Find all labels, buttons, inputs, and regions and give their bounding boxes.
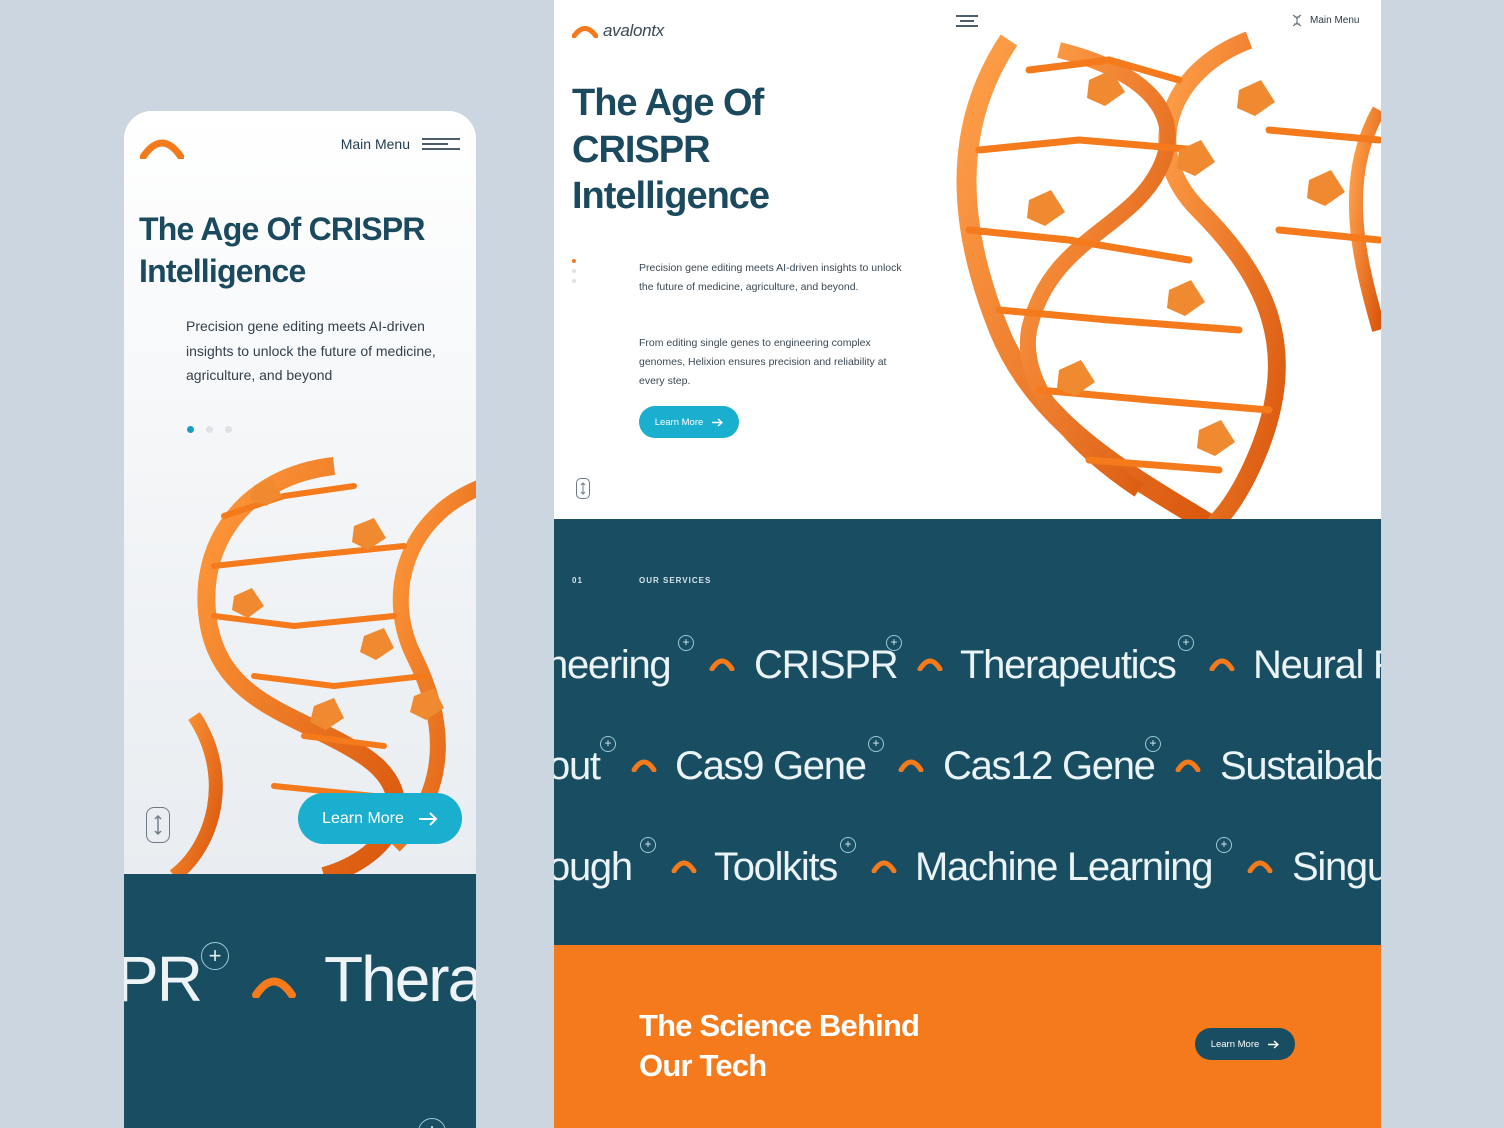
- service-word[interactable]: Therapeutics: [960, 639, 1177, 691]
- desktop-hero: avalontx Main Menu The Age Of CRISPR Int…: [554, 0, 1381, 519]
- hamburger-icon[interactable]: [956, 15, 978, 27]
- carousel-dot[interactable]: [572, 259, 576, 263]
- hero-description: Precision gene editing meets AI-driven i…: [186, 318, 436, 383]
- services-row: out + Cas9 Gene + Cas12 Gene + Sustaibab: [554, 736, 1381, 800]
- service-word[interactable]: Sustaibab: [1220, 740, 1381, 792]
- arch-logo-icon: [898, 759, 924, 772]
- arch-logo-icon: [1209, 658, 1235, 671]
- plus-icon[interactable]: +: [1178, 635, 1194, 651]
- service-word[interactable]: Thera: [324, 942, 476, 1016]
- plus-icon[interactable]: +: [886, 635, 902, 651]
- learn-more-label: Learn More: [322, 809, 404, 827]
- section-number: 01: [572, 576, 583, 585]
- service-word[interactable]: Machine Learning: [915, 841, 1214, 893]
- arch-logo-icon: [871, 860, 897, 873]
- plus-icon[interactable]: +: [640, 837, 656, 853]
- scroll-updown-icon[interactable]: [576, 478, 590, 499]
- plus-icon[interactable]: +: [418, 1118, 446, 1128]
- arrow-right-icon: [712, 417, 724, 427]
- carousel-dot[interactable]: [206, 426, 213, 433]
- services-row: neering + CRISPR + Therapeutics + Neural…: [554, 635, 1381, 699]
- mobile-services: PR + Thera +: [124, 874, 476, 1128]
- carousel-dot[interactable]: [572, 279, 576, 283]
- science-section: The Science Behind Our Tech Learn More: [554, 945, 1381, 1128]
- hero-title: The Age Of CRISPR Intelligence: [572, 82, 770, 217]
- service-word[interactable]: Singu: [1292, 841, 1381, 893]
- arrow-right-icon: [418, 811, 438, 826]
- section-label: OUR SERVICES: [639, 576, 712, 585]
- carousel-dot[interactable]: [225, 426, 232, 433]
- scroll-updown-icon[interactable]: [146, 807, 170, 843]
- services-row: ough + Toolkits + Machine Learning + Sin…: [554, 837, 1381, 901]
- service-word[interactable]: ough: [554, 841, 633, 893]
- plus-icon[interactable]: +: [201, 942, 229, 970]
- service-word[interactable]: neering: [554, 639, 672, 691]
- science-learn-more-button[interactable]: Learn More: [1195, 1028, 1295, 1060]
- main-menu-label: Main Menu: [340, 136, 410, 152]
- hero-paragraph-2: From editing single genes to engineering…: [639, 337, 887, 387]
- services-section: 01 OUR SERVICES neering + CRISPR + Thera…: [554, 519, 1381, 945]
- service-word[interactable]: Toolkits: [714, 841, 838, 893]
- arch-logo-icon: [572, 26, 598, 38]
- dna-icon: [1292, 14, 1302, 27]
- main-menu-label: Main Menu: [1310, 15, 1360, 26]
- learn-more-label: Learn More: [654, 416, 704, 428]
- learn-more-label: Learn More: [1210, 1038, 1260, 1050]
- arch-logo-icon: [709, 658, 735, 671]
- brand-name: avalontx: [603, 21, 664, 40]
- service-word[interactable]: Neural F: [1253, 639, 1381, 691]
- science-title: The Science Behind Our Tech: [639, 1008, 920, 1083]
- main-menu-button[interactable]: Main Menu: [1292, 14, 1359, 27]
- hamburger-icon: [422, 137, 460, 151]
- arch-logo-icon[interactable]: [140, 135, 184, 159]
- service-word[interactable]: out: [554, 740, 601, 792]
- plus-icon[interactable]: +: [840, 837, 856, 853]
- plus-icon[interactable]: +: [600, 736, 616, 752]
- brand-logo[interactable]: avalontx: [572, 21, 664, 41]
- arch-logo-icon: [1175, 759, 1201, 772]
- arch-logo-icon: [252, 977, 296, 998]
- learn-more-button[interactable]: Learn More: [298, 793, 462, 844]
- arch-logo-icon: [917, 658, 943, 671]
- carousel-dots: [187, 426, 232, 433]
- plus-icon[interactable]: +: [678, 635, 694, 651]
- desktop-mockup: avalontx Main Menu The Age Of CRISPR Int…: [554, 0, 1381, 1128]
- hero-paragraph-1: Precision gene editing meets AI-driven i…: [639, 262, 902, 293]
- carousel-dot[interactable]: [187, 426, 194, 433]
- hero-title: The Age Of CRISPR Intelligence: [139, 211, 425, 289]
- mobile-mockup: Main Menu The Age Of CRISPR Intelligence…: [124, 111, 476, 1128]
- arrow-right-icon: [1268, 1039, 1280, 1049]
- main-menu-button[interactable]: Main Menu: [341, 136, 460, 152]
- plus-icon[interactable]: +: [1145, 736, 1161, 752]
- arch-logo-icon: [671, 860, 697, 873]
- mobile-hero: Main Menu The Age Of CRISPR Intelligence…: [124, 111, 476, 876]
- arch-logo-icon: [631, 759, 657, 772]
- arch-logo-icon: [1247, 860, 1273, 873]
- carousel-dot[interactable]: [572, 269, 576, 273]
- service-word[interactable]: Cas12 Gene: [943, 740, 1156, 792]
- plus-icon[interactable]: +: [1216, 837, 1232, 853]
- service-word[interactable]: CRISPR: [754, 639, 899, 691]
- carousel-dots: [572, 259, 576, 283]
- dna-helix-image: [956, 31, 1381, 519]
- service-word[interactable]: Cas9 Gene: [675, 740, 867, 792]
- plus-icon[interactable]: +: [868, 736, 884, 752]
- learn-more-button[interactable]: Learn More: [639, 406, 739, 438]
- service-word[interactable]: PR: [124, 942, 203, 1016]
